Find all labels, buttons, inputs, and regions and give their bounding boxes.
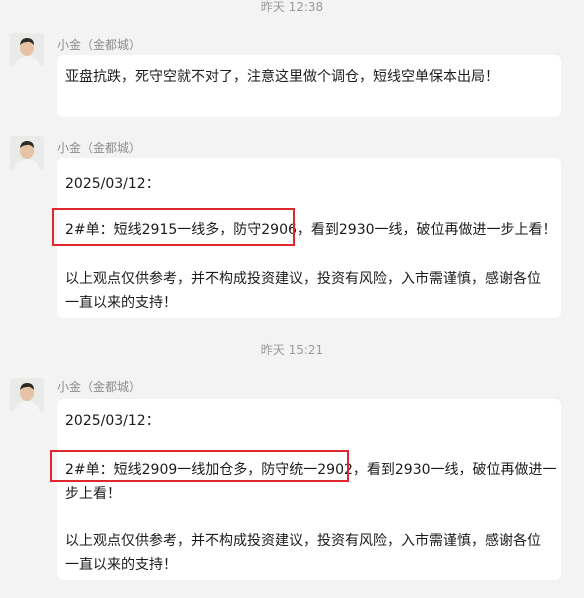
message-bubble[interactable]: 2025/03/12： 2#单：短线2909一线加仓多，防守统一2902，看到2…: [57, 399, 561, 580]
sender-name: 小金（金都城）: [57, 380, 142, 394]
sender-name: 小金（金都城）: [57, 141, 142, 155]
message-disclaimer-cont: 一直以来的支持！: [65, 295, 177, 311]
message-order-line: 2#单：短线2909一线加仓多，防守统一2902，看到2930一线，破位再做进一: [65, 462, 557, 478]
avatar[interactable]: [10, 378, 44, 412]
message-order-line: 2#单：短线2915一线多，防守2906，看到2930一线，破位再做进一步上看！: [65, 222, 557, 238]
avatar[interactable]: [10, 33, 44, 67]
avatar-portrait-icon: [10, 378, 44, 412]
avatar[interactable]: [10, 136, 44, 170]
message-bubble[interactable]: 2025/03/12： 2#单：短线2915一线多，防守2906，看到2930一…: [57, 158, 561, 318]
timestamp: 昨天 12:38: [260, 0, 324, 14]
avatar-portrait-icon: [10, 33, 44, 67]
message-disclaimer-cont: 一直以来的支持！: [65, 557, 177, 573]
message-disclaimer: 以上观点仅供参考，并不构成投资建议，投资有风险，入市需谨慎，感谢各位: [65, 271, 541, 287]
message-date: 2025/03/12：: [65, 176, 160, 192]
message-disclaimer: 以上观点仅供参考，并不构成投资建议，投资有风险，入市需谨慎，感谢各位: [65, 533, 541, 549]
avatar-portrait-icon: [10, 136, 44, 170]
timestamp: 昨天 15:21: [260, 343, 324, 357]
message-date: 2025/03/12：: [65, 413, 160, 429]
message-order-line-cont: 步上看！: [65, 486, 121, 502]
sender-name: 小金（金都城）: [57, 38, 142, 52]
message-bubble[interactable]: 亚盘抗跌，死守空就不对了，注意这里做个调仓，短线空单保本出局！: [57, 55, 561, 117]
message-text: 亚盘抗跌，死守空就不对了，注意这里做个调仓，短线空单保本出局！: [65, 69, 499, 85]
